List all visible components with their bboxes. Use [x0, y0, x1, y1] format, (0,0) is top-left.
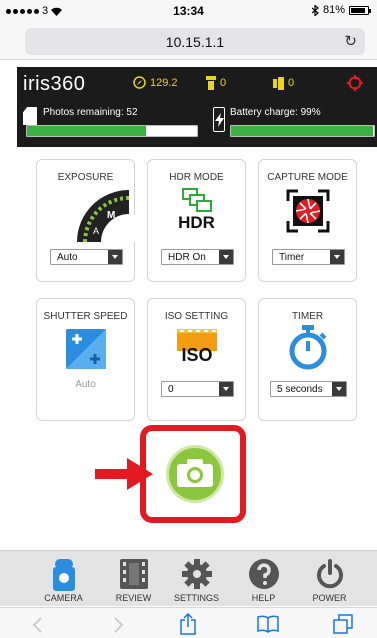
charge-icon: [213, 107, 225, 132]
shutter-button[interactable]: [166, 445, 224, 503]
tile-iso-setting: ISO SETTING ISO 0: [147, 298, 246, 421]
photos-bar: [26, 125, 198, 137]
gear-icon: [181, 559, 212, 589]
svg-text:A: A: [93, 226, 99, 236]
ios-status-bar: 3 13:34 81%: [0, 0, 377, 22]
chevron-down-icon: [332, 382, 346, 396]
photos-bar-fill: [27, 126, 146, 136]
compass-stat: 129.2: [133, 76, 178, 89]
battery-label: Battery charge: 99%: [230, 107, 321, 118]
battery-bar: [230, 125, 375, 137]
iso-film-icon: ISO: [176, 329, 217, 373]
exposure-dial-icon: M A: [77, 190, 147, 242]
app-logo: iris360: [23, 73, 86, 95]
bookmarks-icon[interactable]: [257, 615, 279, 633]
power-icon: [316, 559, 343, 589]
tile-title: SHUTTER SPEED: [43, 311, 128, 322]
compass-value: 129.2: [150, 76, 178, 89]
nav-help[interactable]: HELP: [226, 551, 301, 607]
nav-settings[interactable]: SETTINGS: [159, 551, 234, 607]
camera-icon: [177, 459, 213, 487]
tile-hdr-mode: HDR MODE HDR HDR On: [147, 159, 246, 282]
nav-label: SETTINGS: [173, 593, 219, 603]
iso-icon-text: ISO: [181, 345, 213, 365]
photos-label: Photos remaining: 52: [43, 107, 138, 118]
bluetooth-icon: [311, 4, 319, 16]
nav-camera[interactable]: CAMERA: [26, 551, 101, 607]
aperture-icon: [286, 189, 329, 233]
tile-timer: TIMER 5 seconds: [258, 298, 357, 421]
tile-title: TIMER: [291, 311, 324, 322]
battery-bar-fill: [231, 126, 373, 136]
app-header: iris360 129.2 0 0 Photos remaining: 52 B…: [17, 67, 377, 147]
tabs-icon[interactable]: [333, 614, 353, 634]
timer-select[interactable]: 5 seconds: [270, 381, 347, 397]
battery-percent: 81%: [322, 4, 345, 16]
help-icon: [248, 559, 279, 589]
tile-title: ISO SETTING: [164, 311, 229, 322]
capture-mode-value: Timer: [279, 252, 305, 263]
light-stat: 0: [206, 76, 226, 90]
reload-icon[interactable]: ↻: [344, 32, 357, 50]
address-field[interactable]: 10.15.1.1 ↻: [25, 28, 365, 55]
chevron-down-icon: [330, 250, 344, 264]
hdr-mode-select[interactable]: HDR On: [161, 249, 234, 265]
stopwatch-icon: [289, 325, 326, 370]
sync-icon: [273, 77, 284, 90]
tile-title: EXPOSURE: [57, 172, 114, 183]
photos-remaining: Photos remaining: 52: [23, 107, 198, 137]
battery-icon: [349, 5, 371, 15]
tile-capture-mode: CAPTURE MODE Timer: [258, 159, 357, 282]
shutter-highlight: [140, 425, 246, 523]
camera-nav-icon: [52, 559, 75, 591]
hdr-icon: HDR: [177, 188, 217, 238]
iso-value: 0: [168, 384, 174, 395]
forward-icon[interactable]: [114, 617, 124, 633]
capture-mode-select[interactable]: Timer: [272, 249, 345, 265]
compass-icon: [133, 76, 146, 89]
hdr-mode-value: HDR On: [168, 252, 206, 263]
status-right: 81%: [311, 4, 371, 16]
sync-stat: 0: [273, 76, 294, 90]
tile-exposure: EXPOSURE M A Auto: [36, 159, 147, 282]
tile-shutter-speed: SHUTTER SPEED Auto: [36, 298, 135, 421]
url-text[interactable]: 10.15.1.1: [25, 34, 365, 50]
light-count: 0: [220, 77, 227, 89]
hdr-icon-text: HDR: [178, 213, 215, 232]
app-nav-bar: CAMERA REVIEW SETTINGS HELP POWER: [0, 550, 377, 606]
nav-power[interactable]: POWER: [292, 551, 367, 607]
share-icon[interactable]: [180, 613, 196, 635]
sd-card-icon: [23, 107, 37, 125]
chevron-down-icon: [219, 382, 233, 396]
target-icon[interactable]: [347, 75, 363, 91]
battery-charge: Battery charge: 99%: [213, 107, 375, 137]
chevron-down-icon: [108, 250, 122, 264]
tile-title: HDR MODE: [169, 172, 224, 183]
light-icon: [206, 76, 216, 90]
nav-label: POWER: [312, 593, 347, 603]
shutter-speed-value: Auto: [75, 379, 96, 390]
timer-value: 5 seconds: [277, 384, 323, 395]
shutter-speed-icon: [65, 329, 106, 369]
back-icon[interactable]: [32, 617, 42, 633]
exposure-value: Auto: [57, 252, 78, 263]
browser-url-bar: 10.15.1.1 ↻: [0, 22, 377, 60]
sync-count: 0: [288, 77, 295, 89]
tile-title: CAPTURE MODE: [267, 172, 348, 183]
nav-label: CAMERA: [44, 593, 83, 603]
iso-select[interactable]: 0: [161, 381, 234, 397]
svg-text:M: M: [107, 210, 115, 221]
exposure-select[interactable]: Auto: [50, 249, 123, 265]
browser-toolbar: [0, 607, 377, 638]
nav-label: HELP: [251, 593, 276, 603]
film-icon: [119, 559, 148, 589]
chevron-down-icon: [219, 250, 233, 264]
